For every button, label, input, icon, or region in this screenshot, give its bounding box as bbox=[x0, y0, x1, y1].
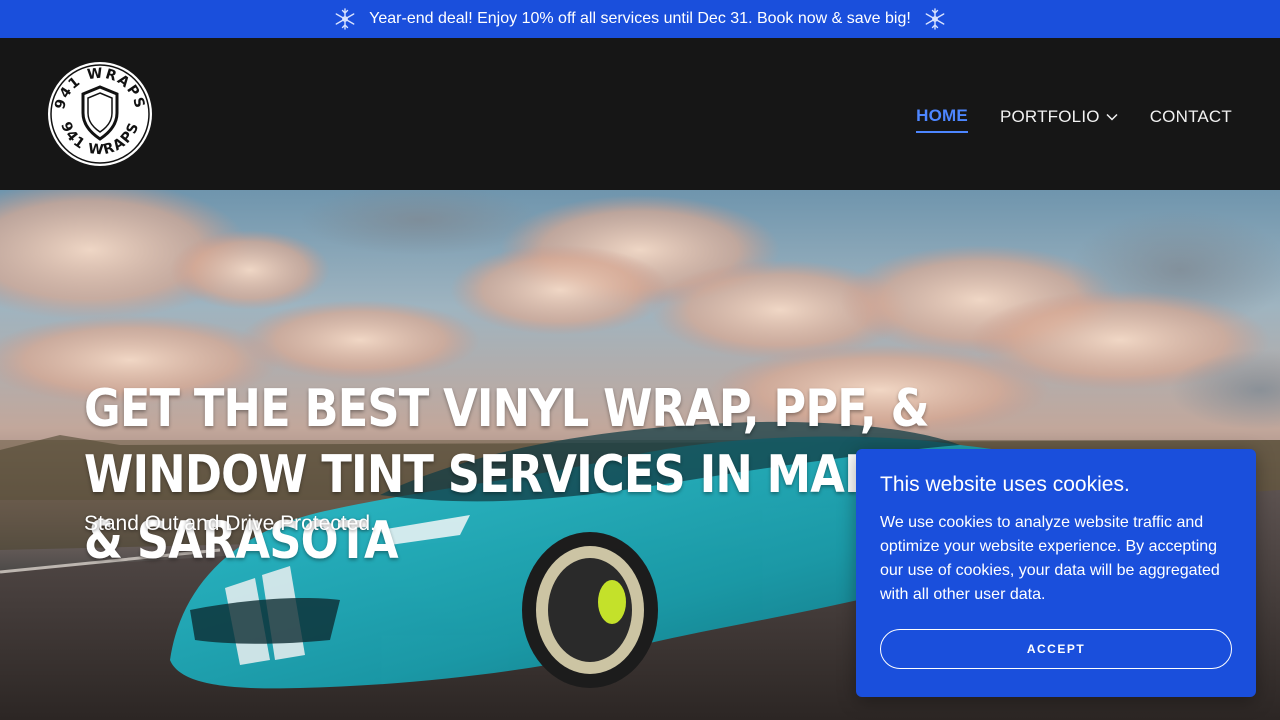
main-nav: HOME PORTFOLIO CONTACT bbox=[916, 106, 1232, 133]
snowflake-icon bbox=[335, 8, 355, 30]
cookie-banner: This website uses cookies. We use cookie… bbox=[856, 449, 1256, 697]
promo-bar: Year-end deal! Enjoy 10% off all service… bbox=[0, 0, 1280, 38]
logo[interactable]: 941 WRAPS 941 WRAPS bbox=[47, 61, 153, 167]
nav-home-label: HOME bbox=[916, 106, 968, 125]
nav-portfolio[interactable]: PORTFOLIO bbox=[1000, 107, 1118, 132]
cookie-title: This website uses cookies. bbox=[880, 473, 1130, 496]
promo-text: Year-end deal! Enjoy 10% off all service… bbox=[369, 10, 911, 27]
nav-home[interactable]: HOME bbox=[916, 106, 968, 133]
accept-cookies-button[interactable]: ACCEPT bbox=[880, 629, 1232, 669]
hero-subtitle: Stand Out and Drive Protected. bbox=[84, 512, 376, 535]
cookie-body: We use cookies to analyze website traffi… bbox=[880, 514, 1220, 603]
chevron-down-icon bbox=[1106, 113, 1118, 121]
site-header: 941 WRAPS 941 WRAPS HOME PORTFOLIO CONTA… bbox=[0, 38, 1280, 190]
nav-contact[interactable]: CONTACT bbox=[1150, 107, 1232, 132]
snowflake-icon bbox=[925, 8, 945, 30]
nav-portfolio-label: PORTFOLIO bbox=[999, 107, 1100, 126]
nav-contact-label: CONTACT bbox=[1149, 107, 1232, 126]
